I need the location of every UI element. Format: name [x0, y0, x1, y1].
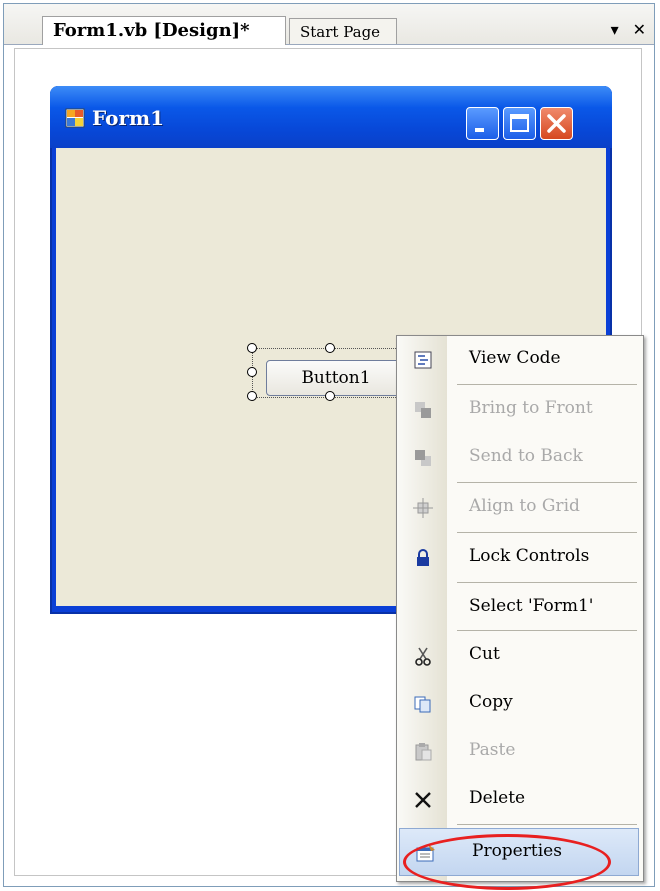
maximize-button[interactable]: [503, 107, 536, 140]
menu-item-bring-to-front[interactable]: Bring to Front: [397, 386, 643, 434]
close-icon: [547, 114, 566, 133]
tab-form1-design[interactable]: Form1.vb [Design]*: [42, 16, 286, 45]
menu-label: Copy: [469, 692, 513, 712]
resize-handle-bottom-left[interactable]: [247, 391, 257, 401]
resize-handle-top[interactable]: [325, 343, 335, 353]
menu-label: Select 'Form1': [469, 596, 594, 616]
tab-start-page[interactable]: Start Page: [289, 18, 397, 44]
document-tab-bar: Form1.vb [Design]* Start Page ▾ ✕: [4, 4, 654, 45]
send-to-back-icon: [415, 450, 431, 466]
menu-label: Align to Grid: [469, 496, 580, 516]
form-icon: [65, 108, 85, 128]
menu-label: Bring to Front: [469, 398, 593, 418]
context-menu: View Code Bring to Front Send to Back Al…: [396, 335, 644, 882]
button1-control[interactable]: Button1: [266, 360, 406, 396]
resize-handle-bottom[interactable]: [325, 391, 335, 401]
menu-label: Properties: [472, 841, 562, 861]
delete-icon: [415, 792, 431, 808]
menu-separator: [457, 532, 637, 533]
menu-item-delete[interactable]: Delete: [397, 776, 643, 824]
menu-label: Send to Back: [469, 446, 583, 466]
menu-label: Delete: [469, 788, 526, 808]
view-code-icon: [414, 351, 432, 369]
maximize-icon: [510, 114, 529, 132]
menu-item-properties[interactable]: Properties: [399, 828, 639, 876]
menu-item-paste[interactable]: Paste: [397, 728, 643, 776]
tab-window-controls: ▾ ✕: [611, 20, 646, 39]
scissors-icon: [415, 647, 431, 666]
menu-item-cut[interactable]: Cut: [397, 632, 643, 680]
form-title: Form1: [92, 106, 165, 130]
menu-separator: [457, 482, 637, 483]
menu-item-copy[interactable]: Copy: [397, 680, 643, 728]
bring-to-front-icon: [415, 402, 431, 418]
properties-icon: [416, 844, 435, 862]
menu-separator: [457, 582, 637, 583]
menu-separator: [457, 824, 637, 825]
resize-handle-left[interactable]: [247, 367, 257, 377]
lock-icon: [417, 549, 429, 566]
paste-icon: [415, 743, 432, 761]
menu-item-select-form1[interactable]: Select 'Form1': [397, 584, 643, 632]
form-title-bar[interactable]: Form1: [50, 86, 612, 148]
menu-item-send-to-back[interactable]: Send to Back: [397, 434, 643, 482]
menu-label: Paste: [469, 740, 516, 760]
menu-item-lock-controls[interactable]: Lock Controls: [397, 534, 643, 582]
minimize-button[interactable]: [466, 107, 499, 140]
resize-handle-top-left[interactable]: [247, 343, 257, 353]
menu-item-view-code[interactable]: View Code: [397, 336, 643, 384]
menu-separator: [457, 630, 637, 631]
menu-label: View Code: [469, 348, 561, 368]
menu-label: Lock Controls: [469, 546, 590, 566]
menu-label: Cut: [469, 644, 500, 664]
menu-separator: [457, 384, 637, 385]
menu-item-align-to-grid[interactable]: Align to Grid: [397, 484, 643, 532]
dropdown-arrow-icon[interactable]: ▾: [611, 20, 619, 39]
copy-icon: [414, 696, 431, 713]
align-to-grid-icon: [413, 498, 433, 518]
minimize-icon: [475, 128, 484, 132]
close-button[interactable]: [540, 107, 573, 140]
close-tab-icon[interactable]: ✕: [633, 20, 646, 39]
